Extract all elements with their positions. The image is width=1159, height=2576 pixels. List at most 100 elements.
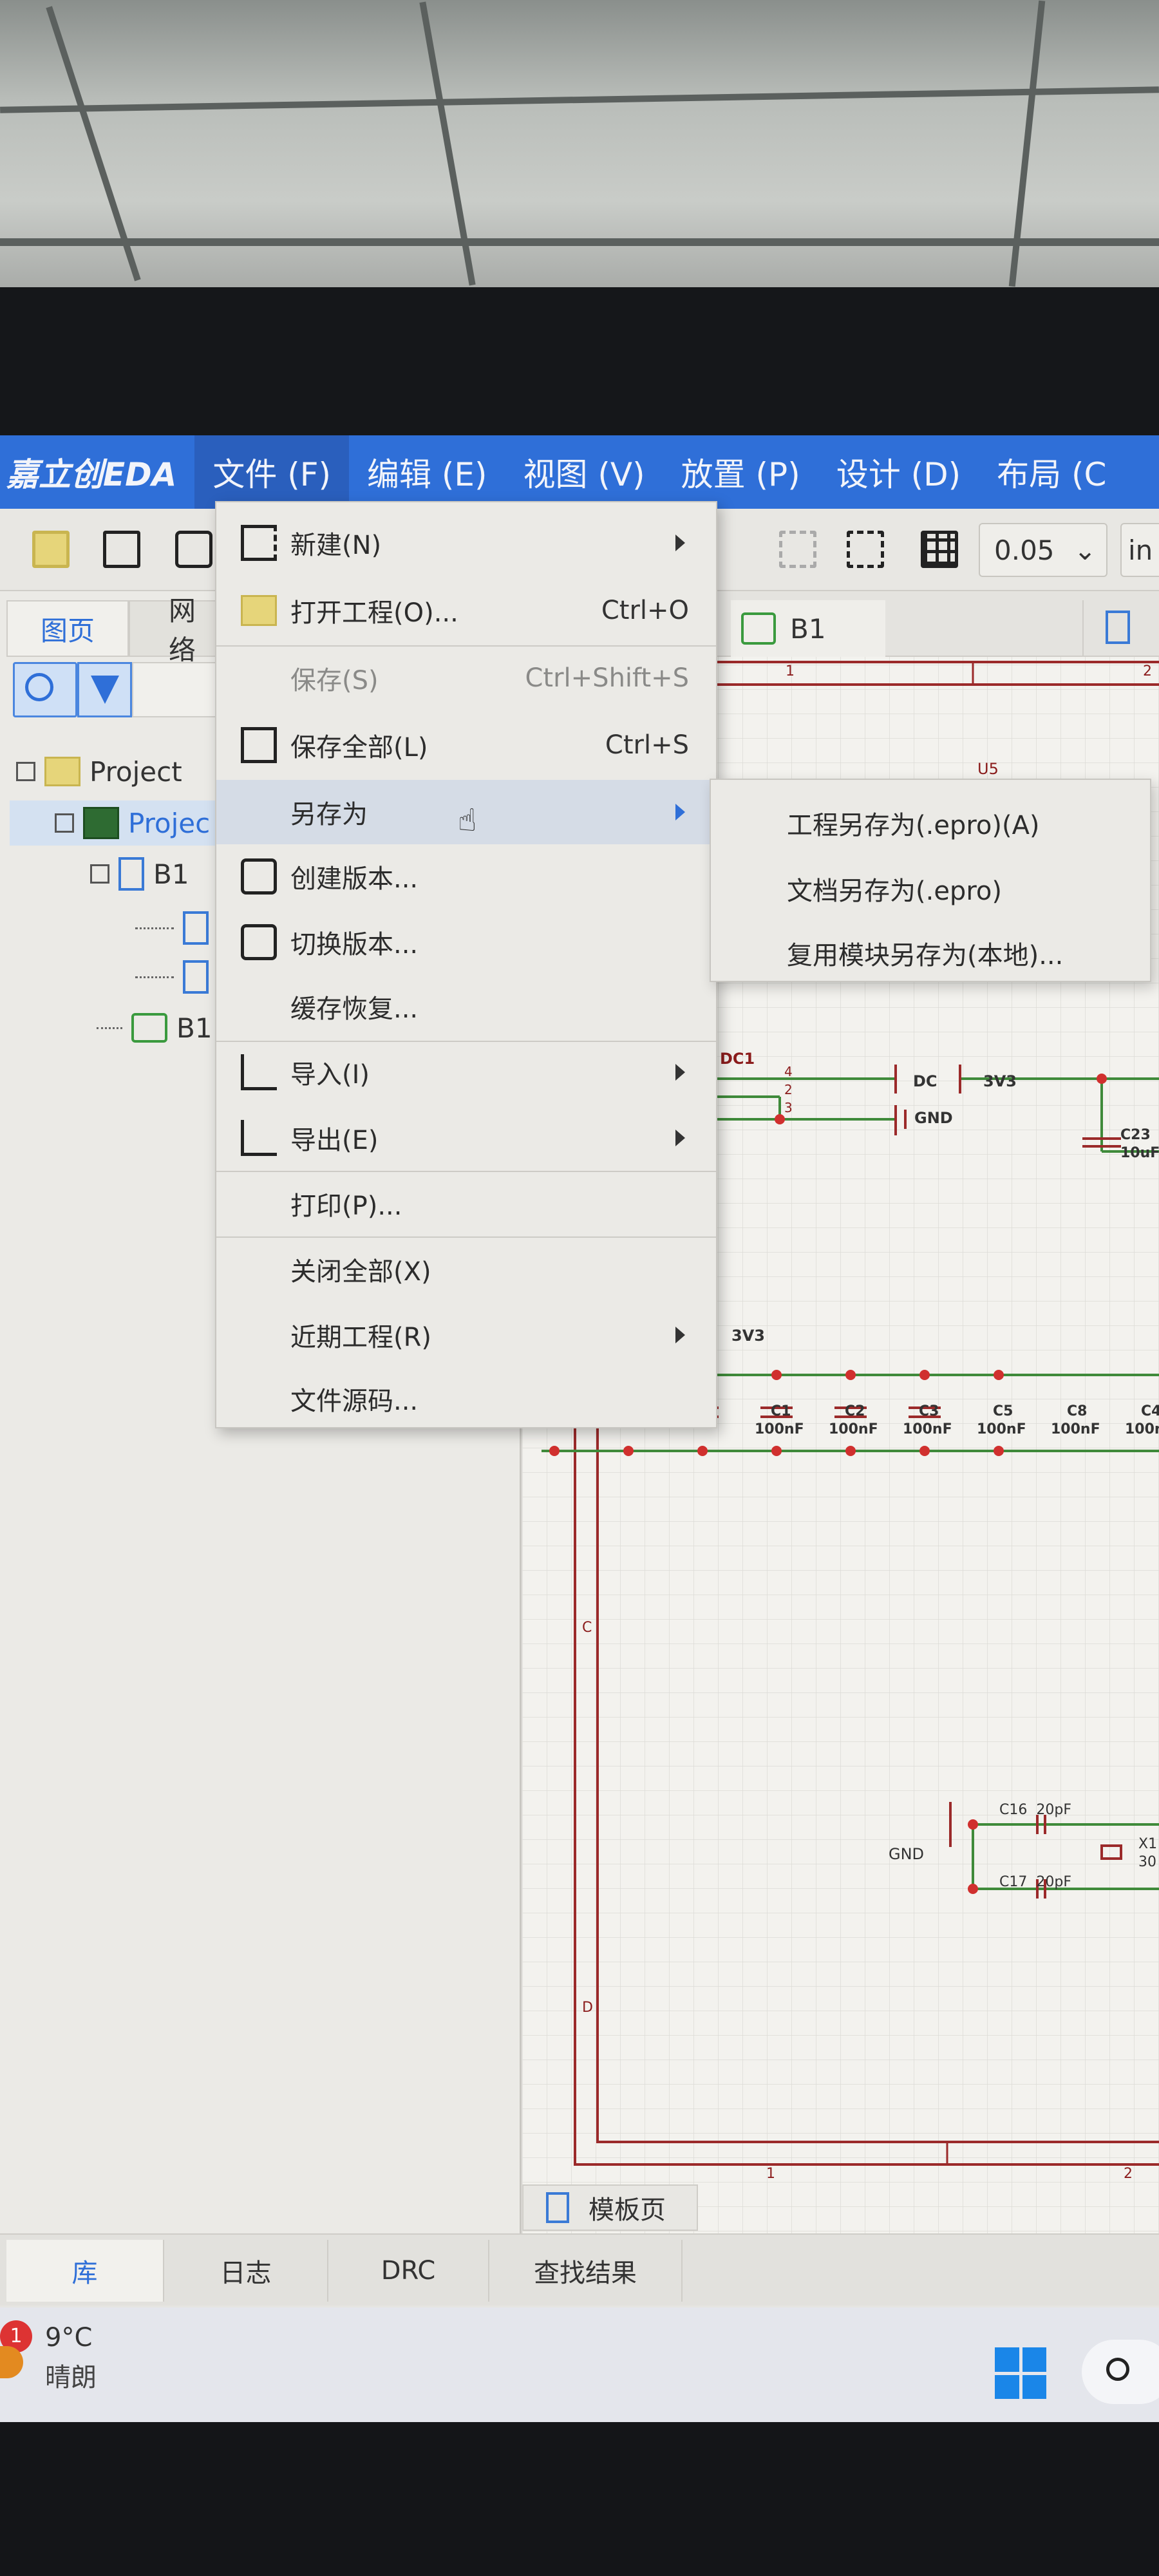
menu-item-save-project-as[interactable]: 工程另存为(.epro)(A)	[787, 804, 1040, 842]
menu-item-save-all[interactable]: 保存全部(L) Ctrl+S	[216, 713, 716, 777]
tree-item-pcb[interactable]: B1	[97, 1005, 212, 1050]
grid-icon[interactable]	[921, 531, 958, 568]
page-icon	[183, 911, 209, 945]
new-file-icon	[241, 525, 277, 561]
app-logo: 嘉立创EDA	[6, 456, 177, 493]
zoom-area-icon[interactable]	[847, 531, 884, 568]
net-label-3v3: 3V3	[983, 1072, 1017, 1090]
chevron-down-icon: ⌄	[1073, 534, 1097, 566]
designator-dc1: DC1	[720, 1050, 755, 1068]
submenu-arrow-icon	[675, 1327, 685, 1343]
menu-item-new[interactable]: 新建(N)	[216, 511, 716, 575]
collapse-icon	[55, 813, 74, 833]
tab-nets[interactable]: 网络	[129, 595, 219, 666]
menu-item-create-version[interactable]: 创建版本...	[216, 844, 716, 909]
cap-value: 100nF	[829, 1421, 878, 1437]
row-label: C	[582, 1620, 592, 1636]
menu-view[interactable]: 视图 (V)	[505, 435, 663, 509]
cap-c5: C5 100nF	[977, 1403, 1026, 1439]
menu-design[interactable]: 设计 (D)	[818, 435, 979, 509]
ruler-label: 2	[1124, 2166, 1133, 2182]
windows-start-icon[interactable]	[995, 2347, 1046, 2399]
pin-number: 2	[784, 1082, 793, 1097]
save-icon	[241, 727, 277, 763]
zoom-fit-icon[interactable]	[779, 531, 816, 568]
menu-item-label: 打印(P)...	[290, 1191, 402, 1221]
tab-drc[interactable]: DRC	[328, 2240, 489, 2302]
menu-item-open-project[interactable]: 打开工程(O)... Ctrl+O	[216, 578, 716, 643]
tree-line	[135, 976, 174, 978]
tab-label: B1	[790, 612, 826, 645]
menu-item-label: 缓存恢复...	[290, 994, 419, 1024]
tab-pages[interactable]: 图页	[6, 600, 129, 657]
taskbar-search-button[interactable]	[1082, 2340, 1159, 2404]
open-folder-icon[interactable]	[32, 531, 70, 568]
menu-item-save-as[interactable]: 另存为 ☝	[216, 780, 716, 844]
mouse-pointer-hand-icon: ☝	[458, 802, 477, 838]
file-menu: 新建(N) 打开工程(O)... Ctrl+O 保存(S) Ctrl+Shift+S…	[215, 501, 717, 1428]
tree-line	[97, 1027, 122, 1029]
submenu-arrow-icon	[675, 804, 685, 820]
menu-item-import[interactable]: 导入(I)	[216, 1040, 716, 1104]
menu-item-close-all[interactable]: 关闭全部(X)	[216, 1237, 716, 1302]
cap-value: 100nF	[755, 1421, 804, 1437]
designator-u5: U5	[977, 760, 999, 778]
cap-ref: C8	[1067, 1403, 1088, 1419]
cap-value: 100nF	[977, 1421, 1026, 1437]
value-c23: 10uF	[1120, 1145, 1159, 1161]
menu-file[interactable]: 文件 (F)	[194, 435, 350, 509]
tree-item-board[interactable]: B1	[90, 851, 189, 896]
filter-icon	[91, 676, 119, 704]
tab-library[interactable]: 库	[6, 2240, 164, 2302]
menu-edit[interactable]: 编辑 (E)	[349, 435, 505, 509]
menu-item-export[interactable]: 导出(E)	[216, 1106, 716, 1170]
pcb-icon	[131, 1013, 167, 1043]
tree-item-label: B1	[176, 1012, 212, 1044]
menu-shortcut: Ctrl+O	[601, 596, 689, 625]
menu-item-recent-projects[interactable]: 近期工程(R)	[216, 1303, 716, 1367]
save-icon[interactable]	[103, 531, 140, 568]
grid-size-select[interactable]: 0.05 ⌄	[979, 523, 1107, 577]
menu-place[interactable]: 放置 (P)	[663, 435, 818, 509]
tab-b1[interactable]: B1	[731, 600, 885, 657]
cap-c2: C2 100nF	[829, 1403, 878, 1439]
monitor-bottom-bezel	[0, 2422, 1159, 2576]
filter-button[interactable]	[77, 662, 132, 717]
cap-ref: C16	[999, 1802, 1028, 1818]
menu-layout[interactable]: 布局 (C	[979, 435, 1124, 509]
weather-widget[interactable]: 9°C 晴朗	[45, 2323, 97, 2394]
tree-line	[135, 927, 174, 929]
menu-item-switch-version[interactable]: 切换版本...	[216, 910, 716, 974]
ruler-label: 1	[766, 2166, 775, 2182]
new-tab-button[interactable]	[1082, 600, 1159, 657]
menu-item-save-document-as[interactable]: 文档另存为(.epro)	[787, 870, 1002, 907]
tab-find-results[interactable]: 查找结果	[489, 2240, 683, 2302]
row-label: D	[582, 2000, 593, 2016]
save-as-submenu: 工程另存为(.epro)(A) 文档另存为(.epro) 复用模块另存为(本地)…	[710, 779, 1151, 982]
menu-item-label: 打开工程(O)...	[290, 598, 458, 628]
ruler-label: 1	[786, 663, 795, 679]
menu-item-save-reuse-module-as[interactable]: 复用模块另存为(本地)...	[787, 934, 1063, 972]
version-icon[interactable]	[175, 531, 212, 568]
designator-c23: C23	[1120, 1127, 1151, 1143]
cap-ref: C1	[771, 1403, 791, 1419]
search-button[interactable]	[13, 662, 77, 717]
export-icon	[241, 1120, 277, 1156]
menu-item-save[interactable]: 保存(S) Ctrl+Shift+S	[216, 646, 716, 710]
tab-log[interactable]: 日志	[164, 2240, 328, 2302]
tab-label: 模板页	[589, 2195, 666, 2225]
menu-item-print[interactable]: 打印(P)...	[216, 1171, 716, 1236]
temperature: 9°C	[45, 2323, 93, 2353]
tree-item-project[interactable]: Project	[16, 749, 182, 794]
crystal-ref: X1	[1138, 1836, 1158, 1852]
menu-item-cache-restore[interactable]: 缓存恢复...	[216, 974, 716, 1039]
tab-template-page[interactable]: 模板页	[522, 2184, 698, 2231]
board-icon	[118, 857, 144, 891]
cap-value: 100nF	[1051, 1421, 1100, 1437]
menu-item-file-source[interactable]: 文件源码...	[216, 1367, 716, 1431]
collapse-icon	[16, 762, 35, 781]
menu-item-label: 导出(E)	[290, 1126, 379, 1155]
cap-c3: C3 100nF	[903, 1403, 952, 1439]
menu-item-label: 文件源码...	[290, 1387, 419, 1416]
unit-select[interactable]: in	[1120, 523, 1159, 577]
